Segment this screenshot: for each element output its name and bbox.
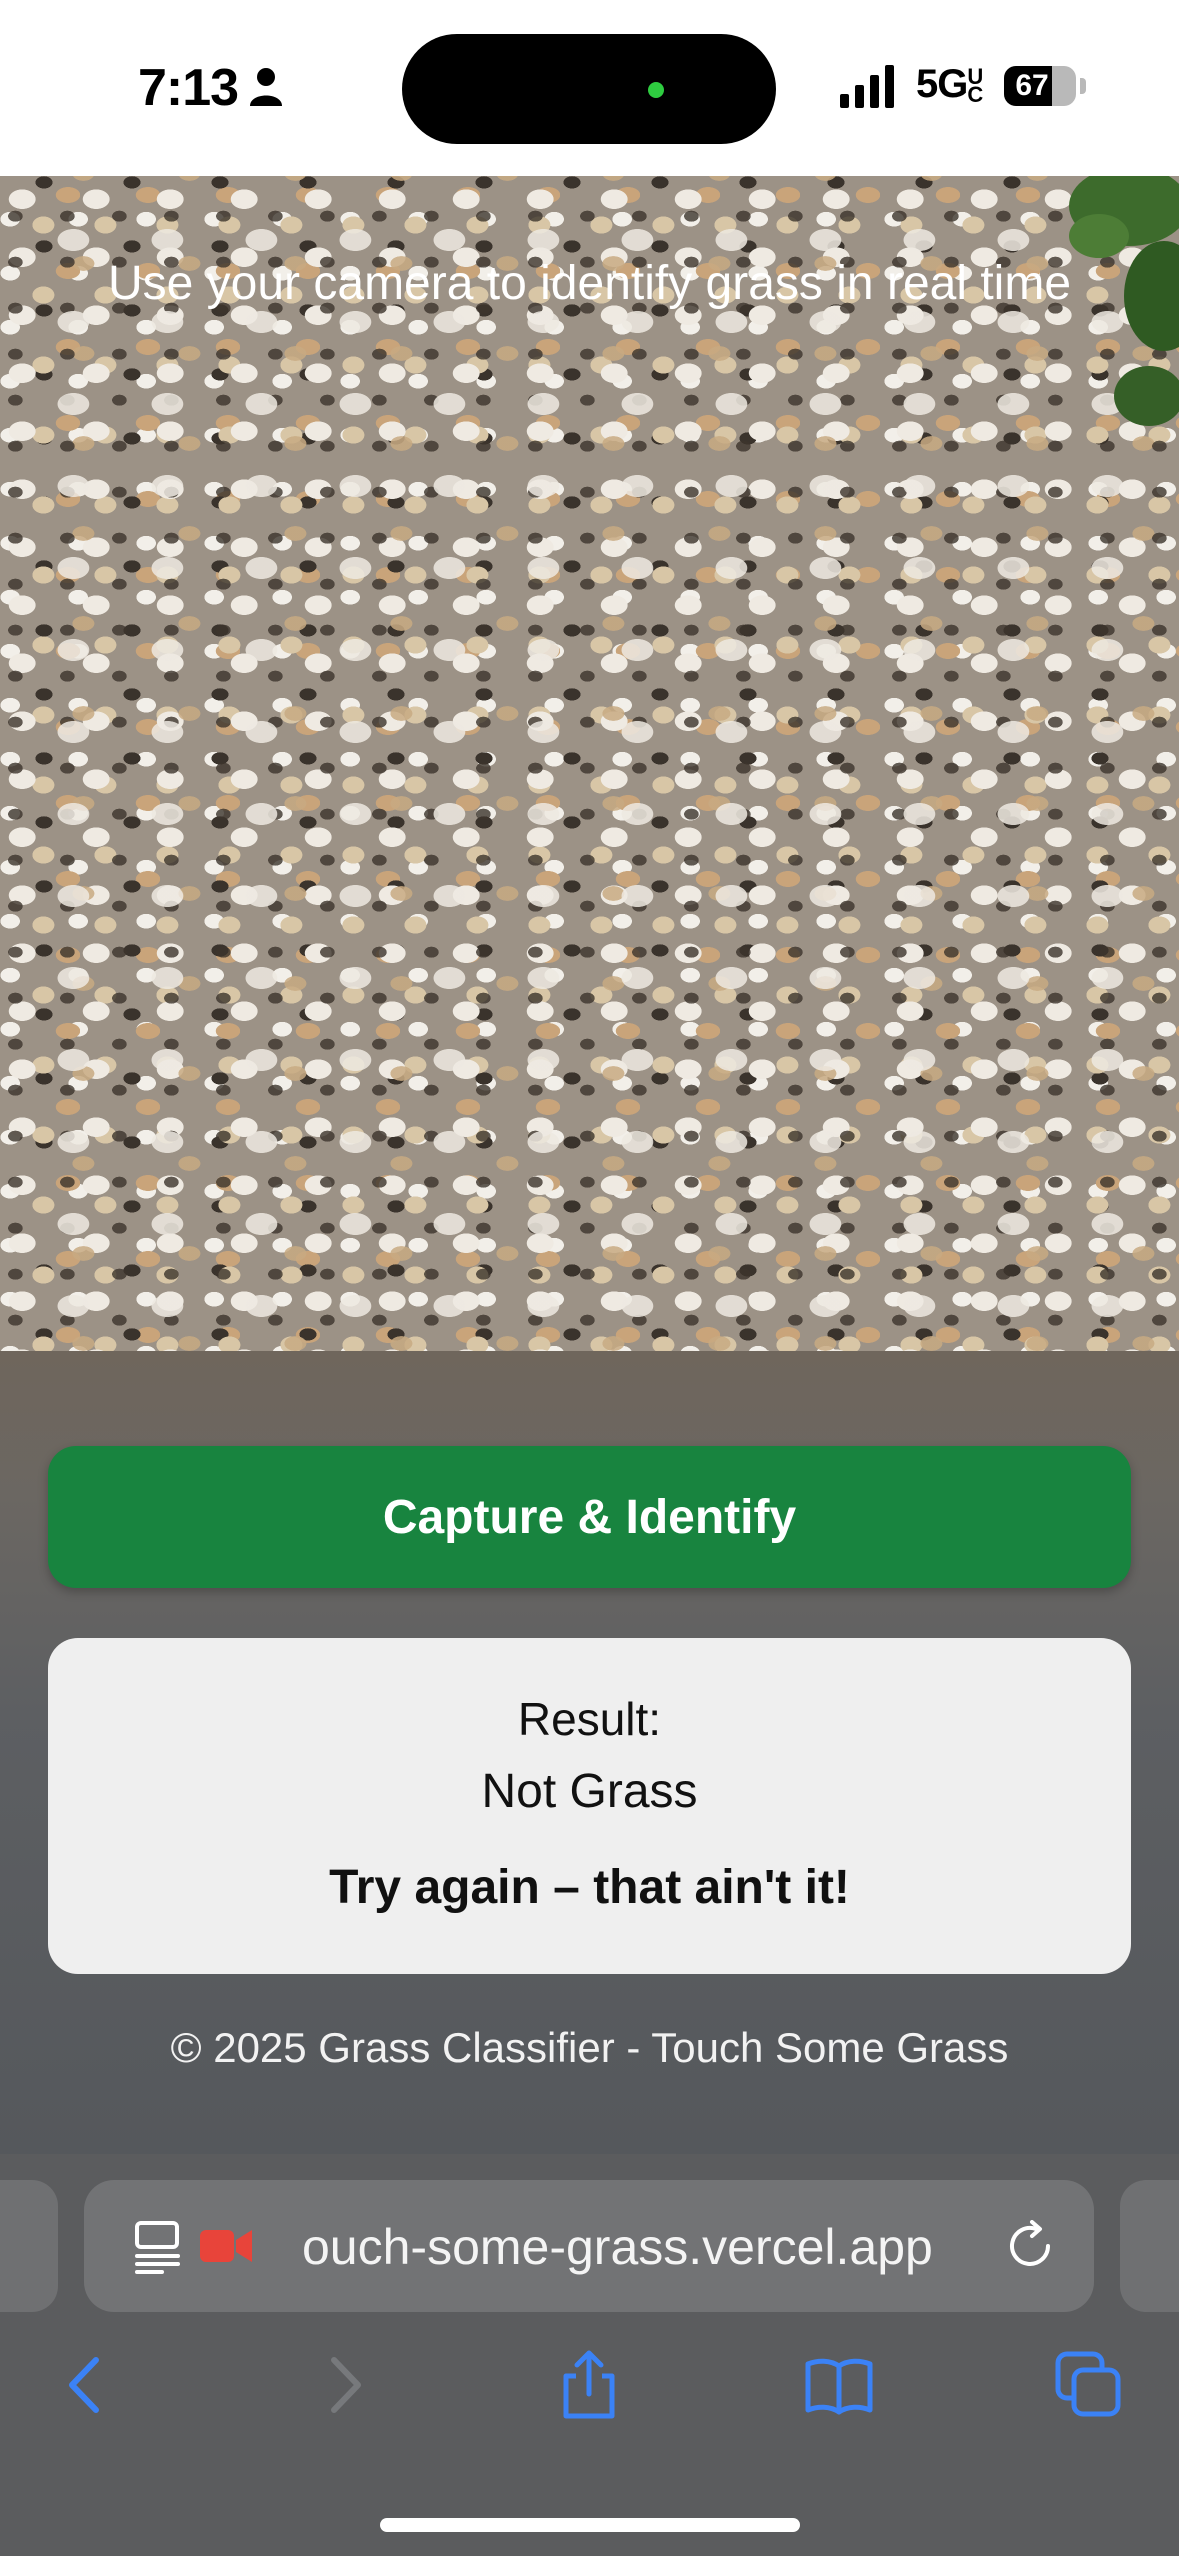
tabs-icon[interactable] — [1054, 2350, 1124, 2420]
status-bar: 7:13 5GUC 67 — [0, 0, 1179, 176]
address-bar[interactable]: ouch-some-grass.vercel.app — [84, 2180, 1094, 2312]
reader-icon[interactable] — [134, 2220, 182, 2274]
camera-preview: Use your camera to identify grass in rea… — [0, 176, 1179, 1351]
home-indicator[interactable] — [380, 2518, 800, 2532]
reload-icon[interactable] — [1004, 2220, 1056, 2272]
person-icon — [250, 68, 282, 106]
share-icon[interactable] — [554, 2350, 624, 2420]
result-label: Result: — [517, 1693, 662, 1745]
result-message: Try again – that ain't it! — [329, 1861, 850, 1914]
forward-icon[interactable] — [308, 2350, 378, 2420]
battery-percent: 67 — [1015, 69, 1049, 102]
next-tab-preview[interactable] — [1120, 2180, 1179, 2312]
result-card: Result: Not Grass Try again – that ain't… — [48, 1638, 1131, 1974]
back-icon[interactable] — [52, 2350, 122, 2420]
footer-copyright: © 2025 Grass Classifier - Touch Some Gra… — [170, 2024, 1009, 2071]
network-label: 5GUC — [916, 62, 985, 107]
capture-identify-button[interactable]: Capture & Identify — [48, 1446, 1131, 1588]
camera-active-indicator-icon — [648, 82, 664, 98]
camera-hint: Use your camera to identify grass in rea… — [107, 257, 1072, 310]
previous-tab-preview[interactable] — [0, 2180, 58, 2312]
network-subtype: UC — [967, 64, 983, 107]
battery-icon: 67 — [1004, 66, 1076, 106]
network-type: 5G — [916, 62, 968, 106]
result-value: Not Grass — [481, 1765, 698, 1818]
camera-recording-icon[interactable] — [200, 2228, 252, 2264]
battery-cap — [1080, 78, 1086, 94]
dynamic-island — [402, 34, 776, 144]
url-text[interactable]: ouch-some-grass.vercel.app — [302, 2218, 982, 2276]
bookmarks-icon[interactable] — [804, 2350, 874, 2420]
plant-leaves-image — [1069, 176, 1179, 426]
status-time: 7:13 — [138, 59, 239, 117]
signal-icon — [840, 65, 894, 108]
